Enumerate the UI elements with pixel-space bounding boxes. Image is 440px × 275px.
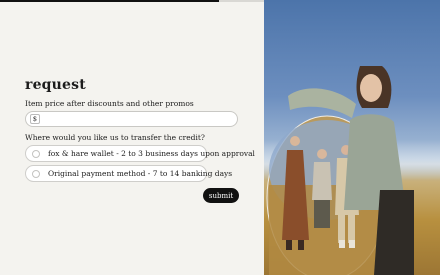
woman-arm (288, 88, 356, 118)
reflection-model-2-top (312, 162, 332, 200)
radio-circle-icon[interactable] (32, 169, 40, 178)
option-original-payment-label: Original payment method - 7 to 14 bankin… (48, 169, 233, 178)
price-field-label: Item price after discounts and other pro… (25, 99, 194, 108)
hero-illustration (266, 66, 414, 275)
woman-face (360, 74, 382, 102)
woman-skirt (374, 190, 414, 275)
option-wallet-label: fox & hare wallet - 2 to 3 business days… (48, 149, 255, 158)
reflection-model-1-head (290, 136, 300, 146)
page-title: request (25, 77, 86, 93)
dollar-icon: $ (30, 114, 40, 124)
price-field[interactable]: $ (25, 111, 238, 127)
option-original-payment[interactable]: Original payment method - 7 to 14 bankin… (25, 165, 232, 182)
submit-button[interactable]: submit (203, 188, 239, 203)
request-form-panel: request Item price after discounts and o… (0, 0, 264, 275)
reflection-model-2-head (317, 149, 327, 159)
option-wallet[interactable]: fox & hare wallet - 2 to 3 business days… (25, 145, 255, 162)
radio-circle-icon[interactable] (32, 149, 40, 158)
transfer-question: Where would you like us to transfer the … (25, 133, 205, 142)
hero-image (264, 0, 440, 275)
price-input[interactable] (42, 113, 232, 125)
